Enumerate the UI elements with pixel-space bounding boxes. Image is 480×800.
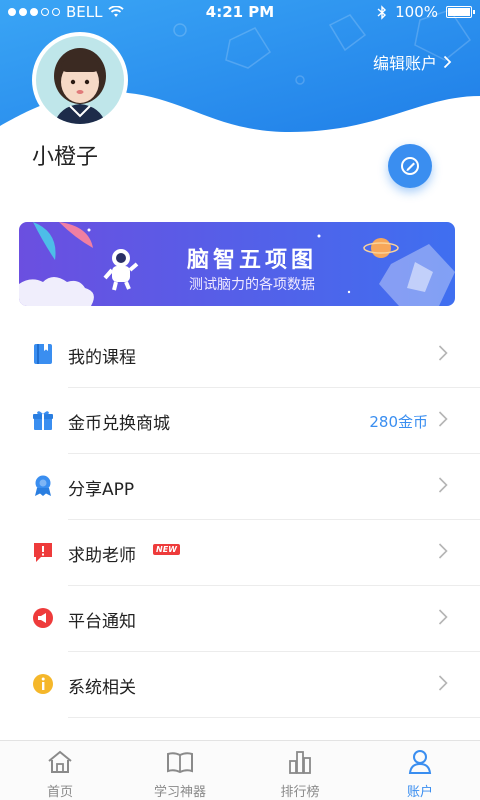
menu-item-share-app[interactable]: 分享APP bbox=[0, 454, 480, 520]
tab-home[interactable]: 首页 bbox=[0, 741, 120, 800]
bluetooth-icon bbox=[377, 4, 387, 20]
edit-account-link[interactable]: 编辑账户 bbox=[373, 50, 452, 74]
pencil-icon bbox=[401, 157, 419, 175]
edit-profile-button[interactable] bbox=[388, 144, 432, 188]
brain-chart-banner[interactable]: 脑智五项图 测试脑力的各项数据 bbox=[19, 222, 455, 306]
divider bbox=[68, 717, 480, 718]
menu-item-label: 求助老师 bbox=[68, 546, 136, 566]
menu-item-my-courses[interactable]: 我的课程 bbox=[0, 322, 480, 388]
chevron-right-icon bbox=[438, 411, 448, 427]
account-icon bbox=[408, 750, 432, 774]
chevron-right-icon bbox=[438, 675, 448, 691]
user-name: 小橙子 bbox=[32, 145, 99, 170]
chevron-right-icon bbox=[438, 477, 448, 493]
bottom-tab-bar: 首页 学习神器 排行榜 账户 bbox=[0, 740, 480, 800]
banner-title: 脑智五项图 bbox=[186, 248, 317, 273]
coin-balance: 280金币 bbox=[369, 413, 428, 431]
chevron-right-icon bbox=[438, 609, 448, 625]
battery-percent: 100% bbox=[395, 3, 438, 21]
book-icon bbox=[32, 343, 54, 365]
account-menu: 我的课程 金币兑换商城 280金币 分享APP 求助老师 NEW 平台通知 系统… bbox=[0, 322, 480, 718]
tab-ranking[interactable]: 排行榜 bbox=[240, 741, 360, 800]
ranking-icon bbox=[289, 751, 311, 774]
tab-label: 账户 bbox=[406, 785, 433, 800]
menu-item-label: 系统相关 bbox=[68, 678, 136, 698]
tab-study-tools[interactable]: 学习神器 bbox=[120, 741, 240, 800]
menu-item-coin-store[interactable]: 金币兑换商城 280金币 bbox=[0, 388, 480, 454]
menu-item-label: 我的课程 bbox=[68, 348, 136, 368]
open-book-icon bbox=[167, 752, 193, 774]
chevron-right-icon bbox=[443, 55, 452, 69]
chevron-right-icon bbox=[438, 345, 448, 361]
edit-account-label: 编辑账户 bbox=[372, 54, 437, 73]
banner-subtitle: 测试脑力的各项数据 bbox=[189, 277, 315, 293]
menu-item-platform-notice[interactable]: 平台通知 bbox=[0, 586, 480, 652]
home-icon bbox=[48, 750, 72, 773]
gift-icon bbox=[32, 409, 54, 431]
megaphone-icon bbox=[32, 607, 54, 629]
menu-item-label: 平台通知 bbox=[68, 612, 136, 632]
menu-item-system[interactable]: 系统相关 bbox=[0, 652, 480, 718]
avatar[interactable] bbox=[32, 32, 128, 128]
tab-label: 排行榜 bbox=[280, 785, 320, 800]
status-bar: BELL 4:21 PM 100% bbox=[0, 0, 480, 24]
new-badge: NEW bbox=[153, 544, 180, 555]
battery-icon bbox=[446, 6, 475, 18]
share-badge-icon bbox=[32, 475, 54, 497]
tab-account[interactable]: 账户 bbox=[360, 741, 480, 800]
status-right: 100% bbox=[377, 3, 475, 21]
avatar-image bbox=[36, 36, 124, 124]
tab-label: 首页 bbox=[46, 785, 73, 800]
chevron-right-icon bbox=[438, 543, 448, 559]
info-icon bbox=[32, 673, 54, 695]
help-chat-icon bbox=[32, 541, 54, 563]
menu-item-label: 金币兑换商城 bbox=[68, 414, 170, 434]
menu-item-ask-teacher[interactable]: 求助老师 NEW bbox=[0, 520, 480, 586]
tab-label: 学习神器 bbox=[153, 785, 206, 800]
menu-item-label: 分享APP bbox=[68, 480, 135, 500]
